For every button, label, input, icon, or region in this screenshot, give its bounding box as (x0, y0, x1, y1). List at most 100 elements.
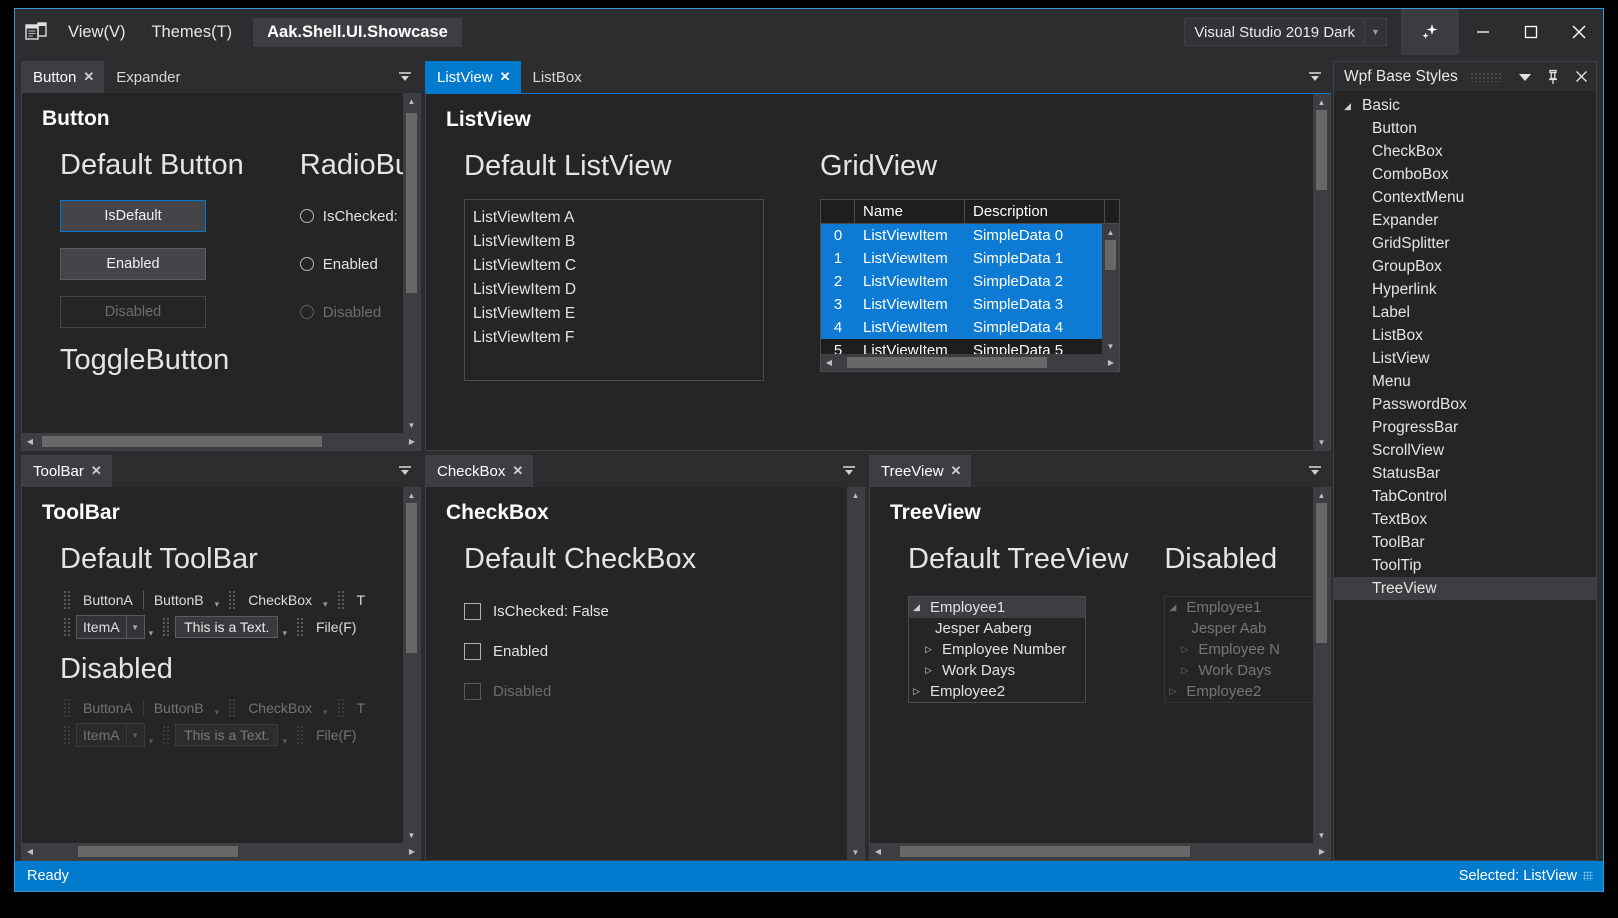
close-icon[interactable]: ✕ (951, 463, 962, 479)
toolbar-overflow-icon[interactable]: ▾ (319, 599, 332, 610)
styles-item-tabcontrol[interactable]: TabControl (1334, 485, 1596, 508)
window-layout-icon[interactable] (15, 9, 57, 55)
tab-button[interactable]: Button ✕ (21, 61, 104, 93)
scroll-track[interactable] (38, 433, 404, 450)
scroll-down-icon[interactable]: ▼ (1313, 434, 1330, 450)
scroll-thumb[interactable] (42, 436, 322, 447)
default-listview[interactable]: ListViewItem A ListViewItem B ListViewIt… (464, 199, 764, 381)
scroll-thumb[interactable] (406, 113, 417, 293)
table-row[interactable]: 5 ListViewItem SimpleData 5 (821, 339, 1119, 354)
listview-vertical-scrollbar[interactable]: ▲ ▼ (1313, 94, 1330, 450)
table-row[interactable]: 2 ListViewItem SimpleData 2 (821, 270, 1119, 293)
tab-expander[interactable]: Expander (104, 61, 190, 93)
styles-item-groupbox[interactable]: GroupBox (1334, 255, 1596, 278)
scroll-up-icon[interactable]: ▲ (403, 93, 420, 109)
scroll-left-icon[interactable]: ◀ (821, 358, 837, 367)
toolbar-combobox[interactable]: ItemA ▼ (76, 615, 145, 639)
tab-overflow-menu-icon[interactable] (839, 455, 859, 487)
styles-item-passwordbox[interactable]: PasswordBox (1334, 393, 1596, 416)
scroll-up-icon[interactable]: ▲ (847, 487, 864, 503)
toolbar-grip-icon[interactable] (228, 590, 236, 610)
scroll-down-icon[interactable]: ▼ (847, 844, 864, 860)
styles-item-listview[interactable]: ListView (1334, 347, 1596, 370)
table-row[interactable]: 3 ListViewItem SimpleData 3 (821, 293, 1119, 316)
sparkle-icon[interactable] (1401, 9, 1459, 55)
styles-item-combobox[interactable]: ComboBox (1334, 163, 1596, 186)
chevron-down-icon[interactable]: ▼ (1364, 19, 1386, 45)
checkbox-ischecked[interactable]: IsChecked: False (464, 594, 847, 628)
scroll-thumb[interactable] (78, 846, 238, 857)
styles-item-textbox[interactable]: TextBox (1334, 508, 1596, 531)
toolbar-overflow-icon[interactable]: ▾ (211, 599, 224, 610)
radio-ischecked[interactable]: IsChecked: (300, 200, 403, 232)
styles-item-button[interactable]: Button (1334, 117, 1596, 140)
resize-grip-icon[interactable] (1583, 871, 1593, 881)
scroll-left-icon[interactable]: ◀ (22, 847, 38, 856)
chevron-down-icon[interactable]: ▼ (126, 616, 144, 638)
tree-node-employee1[interactable]: ◢ Employee1 (909, 597, 1085, 618)
scroll-up-icon[interactable]: ▲ (403, 487, 420, 503)
styles-item-menu[interactable]: Menu (1334, 370, 1596, 393)
tab-overflow-menu-icon[interactable] (395, 455, 415, 487)
button-vertical-scrollbar[interactable]: ▲ ▼ (403, 93, 420, 433)
tab-overflow-menu-icon[interactable] (1305, 61, 1325, 93)
list-item[interactable]: ListViewItem C (465, 254, 763, 278)
chevron-down-icon[interactable] (1514, 64, 1536, 90)
scroll-right-icon[interactable]: ▶ (404, 437, 420, 446)
expander-expand-icon[interactable]: ▷ (925, 665, 937, 676)
tab-toolbar[interactable]: ToolBar ✕ (21, 455, 112, 487)
gridview-col-index[interactable] (821, 200, 855, 223)
scroll-up-icon[interactable]: ▲ (1102, 224, 1119, 240)
scroll-left-icon[interactable]: ◀ (22, 437, 38, 446)
toolbar-overflow-icon[interactable]: ▾ (278, 628, 291, 639)
scroll-thumb[interactable] (1316, 503, 1327, 643)
drag-grip-icon[interactable] (1470, 72, 1502, 82)
scroll-track[interactable] (403, 503, 420, 827)
scroll-track[interactable] (1102, 240, 1119, 338)
toolbar-horizontal-scrollbar[interactable]: ◀ ▶ (22, 843, 420, 860)
toolbar-button-a[interactable]: ButtonA (76, 590, 140, 610)
enabled-button[interactable]: Enabled (60, 248, 206, 280)
styles-item-toolbar[interactable]: ToolBar (1334, 531, 1596, 554)
scroll-down-icon[interactable]: ▼ (1313, 827, 1330, 843)
pin-icon[interactable] (1542, 64, 1564, 90)
styles-item-progressbar[interactable]: ProgressBar (1334, 416, 1596, 439)
scroll-track[interactable] (886, 843, 1314, 860)
table-row[interactable]: 4 ListViewItem SimpleData 4 (821, 316, 1119, 339)
expander-collapse-icon[interactable]: ◢ (1344, 101, 1356, 112)
checkbox-enabled[interactable]: Enabled (464, 634, 847, 668)
scroll-track[interactable] (1313, 110, 1330, 434)
isdefault-button[interactable]: IsDefault (60, 200, 206, 232)
maximize-button[interactable] (1507, 9, 1555, 55)
close-icon[interactable] (1570, 64, 1592, 90)
gridview-horizontal-scrollbar[interactable]: ◀ ▶ (821, 354, 1119, 371)
tab-overflow-menu-icon[interactable] (1305, 455, 1325, 487)
gridview-col-name[interactable]: Name (855, 200, 965, 223)
toolbar-grip-icon[interactable] (63, 590, 71, 610)
styles-item-tooltip[interactable]: ToolTip (1334, 554, 1596, 577)
toolbar-menu-file[interactable]: File(F) (309, 617, 363, 637)
scroll-thumb[interactable] (900, 846, 1190, 857)
scroll-left-icon[interactable]: ◀ (870, 847, 886, 856)
default-treeview[interactable]: ◢ Employee1 Jesper Aaberg (908, 596, 1086, 703)
tree-node-employee-number[interactable]: ▷ Employee Number (909, 639, 1085, 660)
scroll-track[interactable] (837, 354, 1103, 371)
styles-item-checkbox[interactable]: CheckBox (1334, 140, 1596, 163)
scroll-right-icon[interactable]: ▶ (1314, 847, 1330, 856)
scroll-thumb[interactable] (406, 503, 417, 653)
gridview-vertical-scrollbar[interactable]: ▲ ▼ (1102, 224, 1119, 354)
tab-checkbox[interactable]: CheckBox ✕ (425, 455, 533, 487)
minimize-button[interactable] (1459, 9, 1507, 55)
toolbar-textbox[interactable]: This is a Text. (175, 616, 278, 638)
list-item[interactable]: ListViewItem F (465, 326, 763, 350)
scroll-thumb[interactable] (1316, 110, 1327, 190)
toolbar-grip-icon[interactable] (162, 617, 170, 637)
styles-item-contextmenu[interactable]: ContextMenu (1334, 186, 1596, 209)
scroll-track[interactable] (1313, 503, 1330, 827)
scroll-down-icon[interactable]: ▼ (1102, 338, 1119, 354)
menu-view[interactable]: View(V) (57, 19, 136, 46)
close-icon[interactable]: ✕ (500, 69, 511, 85)
expander-expand-icon[interactable]: ▷ (925, 644, 937, 655)
document-title[interactable]: Aak.Shell.UI.Showcase (253, 18, 462, 47)
scroll-right-icon[interactable]: ▶ (404, 847, 420, 856)
